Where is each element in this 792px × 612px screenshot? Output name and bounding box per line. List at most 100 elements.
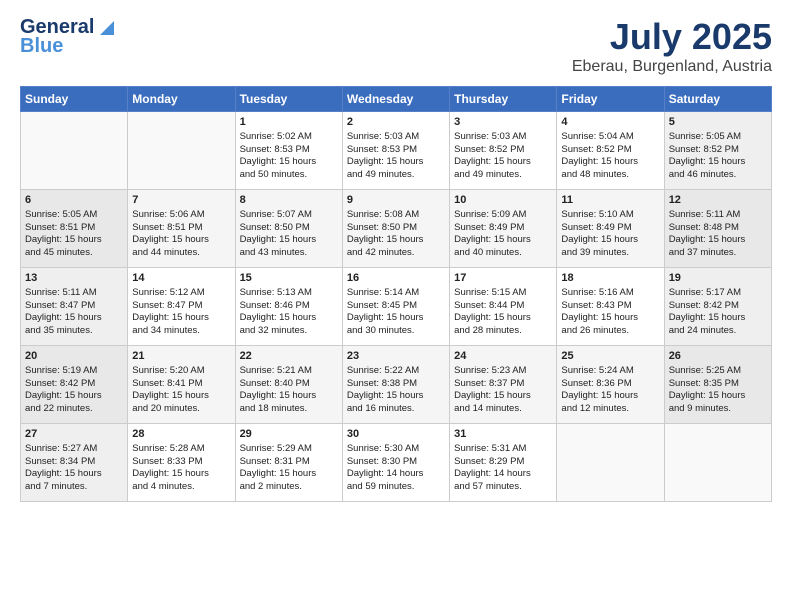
day-info-line: Sunset: 8:52 PM: [561, 144, 659, 157]
day-info-line: Daylight: 15 hours: [454, 312, 552, 325]
day-number: 15: [240, 271, 338, 286]
calendar-week-row: 13Sunrise: 5:11 AMSunset: 8:47 PMDayligh…: [21, 268, 772, 346]
day-info-line: Daylight: 15 hours: [561, 156, 659, 169]
day-info-line: Sunset: 8:49 PM: [454, 222, 552, 235]
day-info-line: Daylight: 14 hours: [454, 468, 552, 481]
table-row: 15Sunrise: 5:13 AMSunset: 8:46 PMDayligh…: [235, 268, 342, 346]
day-info-line: and 59 minutes.: [347, 481, 445, 494]
table-row: 5Sunrise: 5:05 AMSunset: 8:52 PMDaylight…: [664, 112, 771, 190]
day-info-line: Sunset: 8:47 PM: [25, 300, 123, 313]
table-row: 4Sunrise: 5:04 AMSunset: 8:52 PMDaylight…: [557, 112, 664, 190]
day-number: 8: [240, 193, 338, 208]
day-info-line: Daylight: 14 hours: [347, 468, 445, 481]
day-info-line: Sunrise: 5:19 AM: [25, 365, 123, 378]
table-row: 29Sunrise: 5:29 AMSunset: 8:31 PMDayligh…: [235, 424, 342, 502]
day-info-line: Sunset: 8:33 PM: [132, 456, 230, 469]
calendar-week-row: 6Sunrise: 5:05 AMSunset: 8:51 PM Daylight…: [21, 190, 772, 268]
day-info-line: Sunset: 8:43 PM: [561, 300, 659, 313]
day-info-line: Sunrise: 5:08 AM: [347, 209, 445, 222]
day-info-line: Sunset: 8:31 PM: [240, 456, 338, 469]
day-info-line: Sunrise: 5:04 AM: [561, 131, 659, 144]
day-info-line: and 26 minutes.: [561, 325, 659, 338]
day-info-line: Sunset: 8:36 PM: [561, 378, 659, 391]
day-info-line: Sunrise: 5:05 AM: [25, 209, 123, 222]
header-friday: Friday: [557, 87, 664, 112]
day-info-line: Sunset: 8:52 PM: [454, 144, 552, 157]
logo-blue: Blue: [20, 35, 114, 58]
logo: General Blue: [20, 16, 114, 58]
table-row: 25Sunrise: 5:24 AMSunset: 8:36 PMDayligh…: [557, 346, 664, 424]
table-row: 27Sunrise: 5:27 AMSunset: 8:34 PMDayligh…: [21, 424, 128, 502]
day-info-line: and 40 minutes.: [454, 247, 552, 260]
table-row: 16Sunrise: 5:14 AMSunset: 8:45 PMDayligh…: [342, 268, 449, 346]
day-info-line: Daylight: 15 hours: [347, 390, 445, 403]
day-number: 16: [347, 271, 445, 286]
day-number: 6: [25, 193, 123, 208]
day-number: 21: [132, 349, 230, 364]
table-row: 9Sunrise: 5:08 AMSunset: 8:50 PMDaylight…: [342, 190, 449, 268]
day-info-line: Daylight: 15 hours: [240, 234, 338, 247]
day-info-line: Sunset: 8:48 PM: [669, 222, 767, 235]
day-info-line: Sunrise: 5:13 AM: [240, 287, 338, 300]
day-info-line: Daylight: 15 hours: [347, 234, 445, 247]
day-info-line: Daylight: 15 hours: [669, 312, 767, 325]
day-number: 29: [240, 427, 338, 442]
table-row: 18Sunrise: 5:16 AMSunset: 8:43 PMDayligh…: [557, 268, 664, 346]
day-info-line: and 30 minutes.: [347, 325, 445, 338]
day-info-line: Sunset: 8:38 PM: [347, 378, 445, 391]
day-info-line: Sunset: 8:42 PM: [669, 300, 767, 313]
calendar-week-row: 27Sunrise: 5:27 AMSunset: 8:34 PMDayligh…: [21, 424, 772, 502]
day-info-line: and 22 minutes.: [25, 403, 123, 416]
header-tuesday: Tuesday: [235, 87, 342, 112]
table-row: 24Sunrise: 5:23 AMSunset: 8:37 PMDayligh…: [450, 346, 557, 424]
day-info-line: Daylight: 15 hours: [347, 156, 445, 169]
day-info-line: Daylight: 15 hours: [240, 468, 338, 481]
table-row: 14Sunrise: 5:12 AMSunset: 8:47 PMDayligh…: [128, 268, 235, 346]
day-info-line: Daylight: 15 hours: [561, 312, 659, 325]
day-info-line: Sunset: 8:51 PM: [25, 222, 123, 235]
day-info-line: Sunrise: 5:05 AM: [669, 131, 767, 144]
day-info-line: Sunset: 8:30 PM: [347, 456, 445, 469]
day-info-line: Daylight: 15 hours: [132, 234, 230, 247]
day-number: 26: [669, 349, 767, 364]
day-number: 30: [347, 427, 445, 442]
table-row: 28Sunrise: 5:28 AMSunset: 8:33 PMDayligh…: [128, 424, 235, 502]
day-info-line: Sunset: 8:53 PM: [240, 144, 338, 157]
day-info-line: Daylight: 15 hours: [669, 156, 767, 169]
day-info-line: Sunrise: 5:27 AM: [25, 443, 123, 456]
day-info-line: Sunrise: 5:10 AM: [561, 209, 659, 222]
day-info-line: Sunset: 8:49 PM: [561, 222, 659, 235]
table-row: 17Sunrise: 5:15 AMSunset: 8:44 PMDayligh…: [450, 268, 557, 346]
day-number: 17: [454, 271, 552, 286]
day-number: 20: [25, 349, 123, 364]
table-row: 30Sunrise: 5:30 AMSunset: 8:30 PMDayligh…: [342, 424, 449, 502]
day-info-line: Daylight: 15 hours: [454, 156, 552, 169]
day-info-line: and 2 minutes.: [240, 481, 338, 494]
day-info-line: Sunrise: 5:30 AM: [347, 443, 445, 456]
day-info-line: Sunrise: 5:21 AM: [240, 365, 338, 378]
day-info-line: and 35 minutes.: [25, 325, 123, 338]
day-info-line: Sunrise: 5:02 AM: [240, 131, 338, 144]
day-info-line: and 16 minutes.: [347, 403, 445, 416]
day-info-line: Sunrise: 5:03 AM: [347, 131, 445, 144]
day-info-line: and 28 minutes.: [454, 325, 552, 338]
day-info-line: and 14 minutes.: [454, 403, 552, 416]
logo-triangle-icon: [96, 19, 114, 37]
day-info-line: and 37 minutes.: [669, 247, 767, 260]
calendar-title: July 2025: [572, 16, 772, 58]
day-info-line: and 43 minutes.: [240, 247, 338, 260]
table-row: 23Sunrise: 5:22 AMSunset: 8:38 PMDayligh…: [342, 346, 449, 424]
day-number: 13: [25, 271, 123, 286]
header-thursday: Thursday: [450, 87, 557, 112]
day-info-line: and 24 minutes.: [669, 325, 767, 338]
table-row: 19Sunrise: 5:17 AMSunset: 8:42 PMDayligh…: [664, 268, 771, 346]
day-info-line: Daylight: 15 hours: [25, 312, 123, 325]
day-number: 4: [561, 115, 659, 130]
table-row: 26Sunrise: 5:25 AMSunset: 8:35 PMDayligh…: [664, 346, 771, 424]
table-row: 6Sunrise: 5:05 AMSunset: 8:51 PMDaylight…: [21, 190, 128, 268]
day-info-line: and 45 minutes.: [25, 247, 123, 260]
table-row: 7Sunrise: 5:06 AMSunset: 8:51 PMDaylight…: [128, 190, 235, 268]
day-info-line: Sunrise: 5:28 AM: [132, 443, 230, 456]
day-number: 3: [454, 115, 552, 130]
day-info-line: Sunset: 8:50 PM: [347, 222, 445, 235]
